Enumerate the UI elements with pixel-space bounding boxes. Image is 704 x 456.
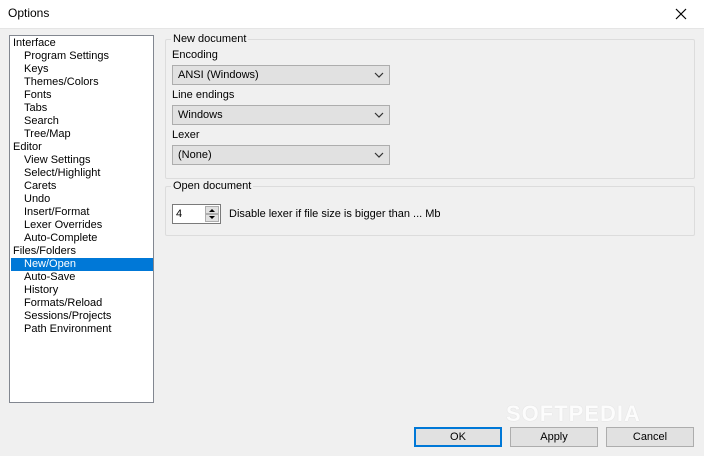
tree-item[interactable]: Auto-Complete [22,232,99,245]
arrow-up-icon [209,209,215,212]
close-button[interactable] [658,0,704,28]
lexer-dropdown[interactable]: (None) [172,145,390,165]
file-size-label: Disable lexer if file size is bigger tha… [229,208,441,220]
chevron-down-icon [374,72,384,78]
file-size-spinner[interactable]: 4 [172,204,221,224]
tree-item[interactable]: Auto-Save [22,271,77,284]
cancel-button[interactable]: Cancel [606,427,694,447]
tree-item[interactable]: Keys [22,63,50,76]
tree-item[interactable]: Interface [11,37,58,50]
tree-item[interactable]: Path Environment [22,323,113,336]
lexer-label: Lexer [172,129,200,141]
window-title: Options [8,6,50,20]
category-tree[interactable]: Interface Program Settings Keys Themes/Colo… [9,35,154,403]
apply-button[interactable]: Apply [510,427,598,447]
tree-item[interactable]: Select/Highlight [22,167,102,180]
encoding-value: ANSI (Windows) [178,69,259,81]
encoding-label: Encoding [172,49,218,61]
open-document-legend: Open document [171,180,254,193]
chevron-down-icon [374,112,384,118]
tree-item[interactable]: Insert/Format [22,206,91,219]
tree-item[interactable]: Fonts [22,89,54,102]
tree-item[interactable]: Editor [11,141,44,154]
lexer-value: (None) [178,149,212,161]
file-size-value: 4 [176,208,183,220]
softpedia-watermark: SOFTPEDIA [506,401,641,426]
tree-item[interactable]: Themes/Colors [22,76,101,89]
new-document-legend: New document [171,33,249,46]
line-endings-label: Line endings [172,89,235,101]
spin-up-button[interactable] [205,206,219,214]
chevron-down-icon [374,152,384,158]
tree-item[interactable]: Search [22,115,61,128]
spinner-buttons [205,206,219,222]
title-bar: Options [0,0,704,29]
tree-item[interactable]: Tree/Map [22,128,73,141]
tree-item[interactable]: New/Open [11,258,153,271]
ok-button[interactable]: OK [414,427,502,447]
tree-item[interactable]: History [22,284,60,297]
line-endings-value: Windows [178,109,223,121]
tree-item[interactable]: Formats/Reload [22,297,104,310]
encoding-dropdown[interactable]: ANSI (Windows) [172,65,390,85]
tree-item[interactable]: Undo [22,193,52,206]
tree-item[interactable]: View Settings [22,154,92,167]
tree-item[interactable]: Carets [22,180,58,193]
tree-item[interactable]: Tabs [22,102,49,115]
tree-item[interactable]: Lexer Overrides [22,219,104,232]
arrow-down-icon [209,216,215,219]
spin-down-button[interactable] [205,214,219,222]
tree-item[interactable]: Files/Folders [11,245,78,258]
line-endings-dropdown[interactable]: Windows [172,105,390,125]
tree-item[interactable]: Program Settings [22,50,111,63]
tree-item[interactable]: Sessions/Projects [22,310,113,323]
close-icon [675,8,687,20]
